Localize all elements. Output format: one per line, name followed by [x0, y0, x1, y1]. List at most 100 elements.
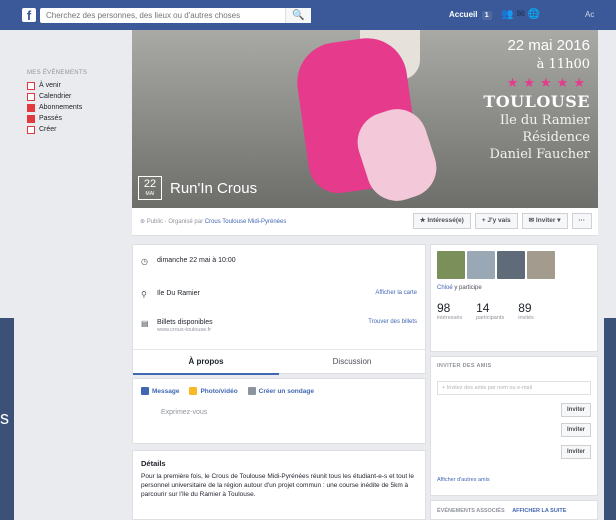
account-menu[interactable]: Ac	[585, 10, 594, 19]
invite-title: INVITER DES AMIS	[437, 363, 492, 369]
composer-tab-label: Créer un sondage	[258, 387, 314, 395]
event-privacy-meta: ⊕ Public · Organisé par Crous Toulouse M…	[140, 218, 286, 225]
clock-icon: ◷	[141, 257, 148, 266]
left-nav-label: Passés	[39, 115, 62, 122]
left-nav-item-past[interactable]: Passés	[27, 113, 117, 124]
invite-friend-button[interactable]: Inviter	[561, 445, 591, 459]
messages-icon[interactable]: ✉	[516, 9, 527, 20]
poster-place-line: Ile du Ramier	[499, 113, 590, 128]
rss-icon	[27, 103, 35, 112]
invite-friend-button[interactable]: Inviter	[561, 423, 591, 437]
left-nav-item-subscriptions[interactable]: Abonnements	[27, 102, 117, 113]
left-nav: MES ÉVÉNEMENTS À venir Calendrier Abonne…	[27, 70, 117, 135]
poster-place-line: Résidence	[522, 130, 590, 145]
home-badge: 1	[481, 11, 492, 20]
participant-text: y participe	[454, 285, 482, 291]
related-events-title: ÉVÉNEMENTS ASSOCIÉS	[437, 508, 505, 514]
search-input[interactable]	[40, 8, 276, 23]
count-interested[interactable]: 98 intéressés	[437, 301, 462, 321]
count-label: participants	[476, 315, 505, 321]
count-going[interactable]: 14 participants	[476, 301, 504, 321]
globe-icon: ⊕	[140, 219, 147, 225]
event-details-card: Détails Pour la première fois, le Crous …	[132, 450, 426, 520]
poster-place-line: Daniel Faucher	[489, 147, 590, 162]
tab-discussion[interactable]: Discussion	[279, 350, 425, 375]
home-label: Accueil	[449, 10, 478, 19]
left-nav-label: Créer	[39, 126, 57, 133]
show-map-link[interactable]: Afficher la carte	[375, 290, 417, 296]
event-action-bar: ⊕ Public · Organisé par Crous Toulouse M…	[132, 208, 598, 236]
calendar-icon	[27, 92, 35, 101]
friend-requests-icon[interactable]: 👥	[501, 9, 516, 20]
count-label: invités	[518, 315, 534, 321]
invite-friends-input[interactable]: + Invitez des amis par nom ou e-mail	[437, 381, 591, 395]
guests-card: Chloé y participe 98 intéressés 14 partici…	[430, 244, 598, 352]
poster-time: à 11h00	[536, 57, 590, 72]
event-title: Run'In Crous	[170, 179, 258, 197]
left-nav-item-calendar[interactable]: Calendrier	[27, 91, 117, 102]
organizer-link[interactable]: Crous Toulouse Midi-Pyrénées	[205, 219, 287, 225]
avatar[interactable]	[467, 251, 495, 279]
composer-tab-label: Message	[152, 387, 180, 395]
composer-tab-message[interactable]: Message	[141, 387, 179, 395]
participant-name[interactable]: Chloé	[437, 285, 453, 291]
event-place[interactable]: Ile Du Ramier	[157, 290, 200, 297]
search-box[interactable]: 🔍	[40, 8, 311, 23]
count-number: 98	[437, 301, 451, 315]
home-link[interactable]: Accueil 1	[449, 10, 492, 20]
related-events-card: ÉVÉNEMENTS ASSOCIÉS AFFICHER LA SUITE	[430, 500, 598, 520]
notifications-icon[interactable]: 🌐	[528, 9, 543, 20]
location-pin-icon: ⚲	[141, 290, 147, 299]
event-info-card: ◷ dimanche 22 mai à 10:00 ⚲ Ile Du Ramie…	[132, 244, 426, 375]
left-nav-item-upcoming[interactable]: À venir	[27, 80, 117, 91]
event-place-row: ⚲ Ile Du Ramier Afficher la carte	[141, 290, 417, 299]
date-tile-day: 22	[143, 178, 157, 190]
composer-tab-label: Photo/vidéo	[200, 387, 238, 395]
facebook-logo[interactable]: f	[22, 8, 36, 23]
count-invited[interactable]: 89 invités	[518, 301, 534, 321]
details-title: Détails	[141, 459, 166, 468]
left-nav-label: Abonnements	[39, 104, 83, 111]
composer-tab-photo[interactable]: Photo/vidéo	[189, 387, 238, 395]
invite-button[interactable]: ✉ Inviter ▾	[521, 213, 568, 229]
avatar[interactable]	[437, 251, 465, 279]
related-events-header: ÉVÉNEMENTS ASSOCIÉS AFFICHER LA SUITE	[431, 501, 597, 520]
count-label: intéressés	[437, 315, 463, 321]
event-tickets-row: ▤ Billets disponibles www.crous-toulouse…	[141, 319, 417, 333]
past-icon	[27, 114, 35, 123]
photo-icon	[189, 387, 198, 395]
composer-input[interactable]: Exprimez-vous	[161, 409, 417, 416]
show-more-friends-link[interactable]: Afficher d'autres amis	[437, 477, 490, 483]
details-text: Pour la première fois, le Crous de Toulo…	[141, 473, 415, 498]
pencil-icon	[141, 387, 149, 395]
poster-date: 22 mai 2016	[507, 37, 590, 54]
backdrop-text: s	[0, 408, 9, 428]
left-nav-heading: MES ÉVÉNEMENTS	[27, 70, 88, 76]
top-bar: f 🔍 Accueil 1 👥✉🌐 Ac	[0, 0, 616, 30]
composer-tabs: Message Photo/vidéo Créer un sondage	[133, 379, 425, 403]
avatar[interactable]	[527, 251, 555, 279]
event-date-row: ◷ dimanche 22 mai à 10:00	[141, 257, 417, 266]
post-composer: Message Photo/vidéo Créer un sondage Exp…	[132, 378, 426, 444]
guest-counts: 98 intéressés 14 participants 89 invités	[431, 291, 597, 321]
event-cover-photo[interactable]: 22 MAI Run'In Crous 22 mai 2016 à 11h00 …	[132, 30, 598, 208]
count-number: 14	[476, 301, 490, 315]
related-events-more-link[interactable]: AFFICHER LA SUITE	[512, 508, 566, 514]
search-icon[interactable]: 🔍	[285, 8, 311, 23]
ticket-icon: ▤	[141, 319, 149, 328]
avatar[interactable]	[497, 251, 525, 279]
tickets-label: Billets disponibles	[157, 319, 213, 326]
going-button[interactable]: + J'y vais	[474, 213, 518, 229]
left-nav-label: Calendrier	[39, 93, 72, 100]
left-nav-item-create[interactable]: Créer	[27, 124, 117, 135]
find-tickets-link[interactable]: Trouver des billets	[368, 319, 417, 325]
date-tile-month: MAI	[145, 191, 155, 197]
more-options-button[interactable]: ···	[571, 213, 592, 229]
interested-button[interactable]: ★ Intéressé(e)	[412, 213, 471, 229]
tab-about[interactable]: À propos	[133, 350, 279, 375]
tickets-url[interactable]: www.crous-toulouse.fr	[157, 327, 213, 333]
count-number: 89	[518, 301, 532, 315]
event-title-box: 22 MAI Run'In Crous	[138, 176, 257, 200]
invite-friend-button[interactable]: Inviter	[561, 403, 591, 417]
composer-tab-poll[interactable]: Créer un sondage	[247, 387, 314, 395]
